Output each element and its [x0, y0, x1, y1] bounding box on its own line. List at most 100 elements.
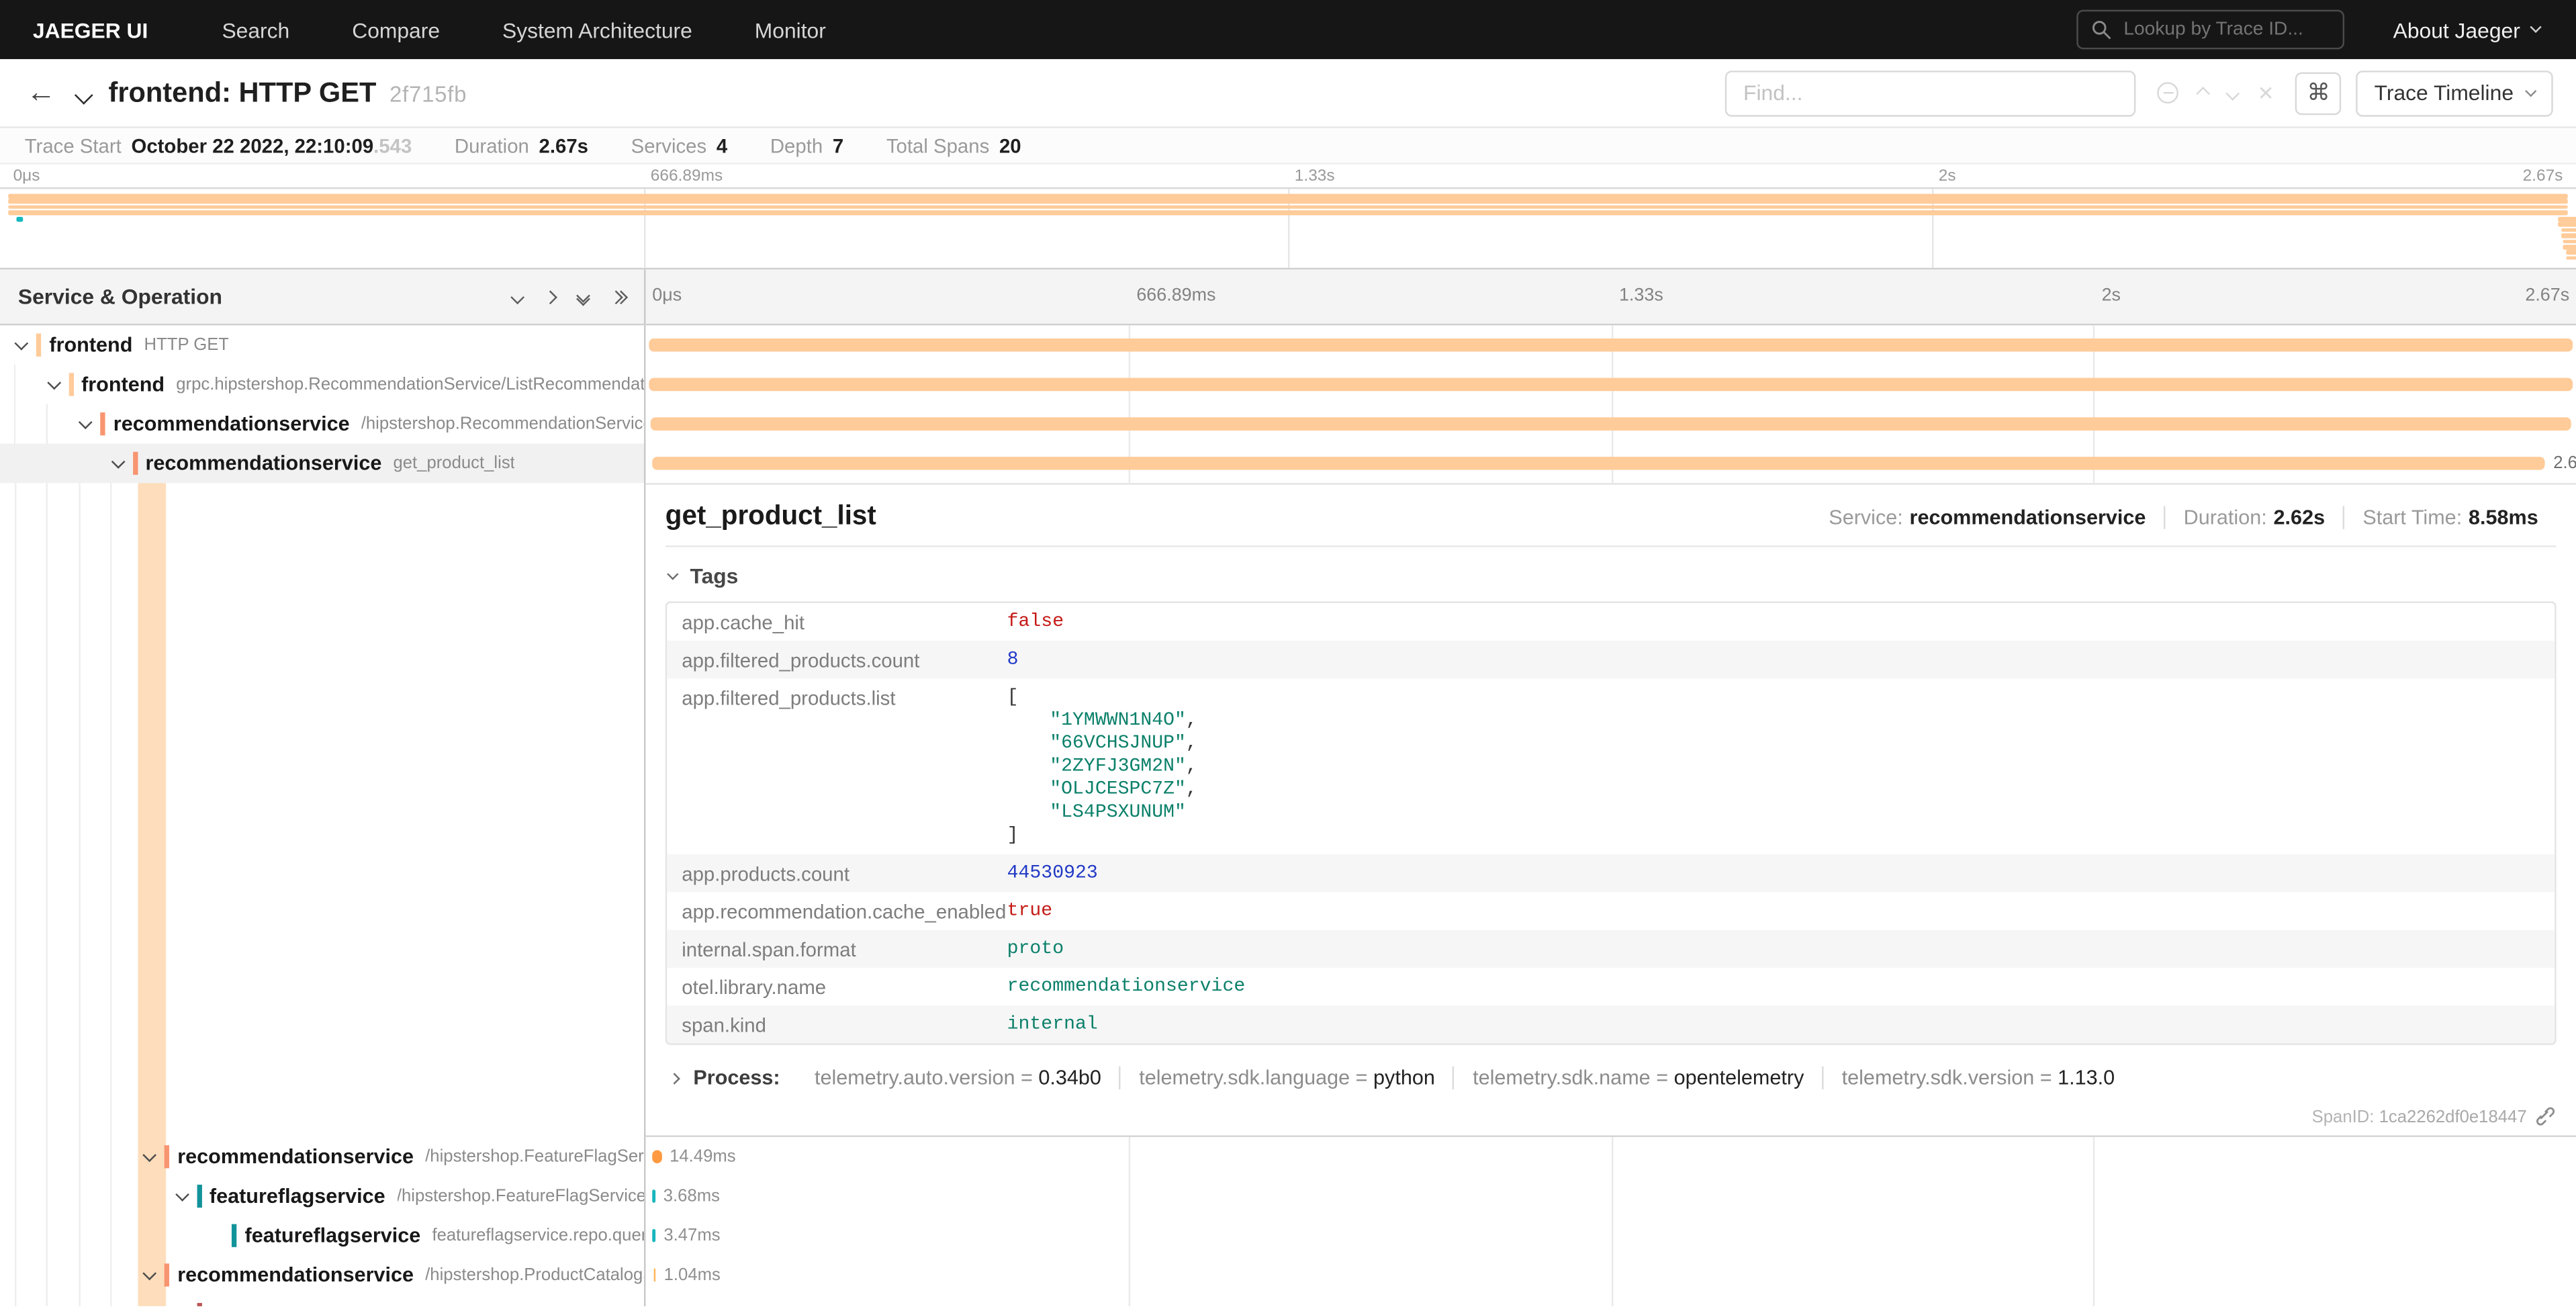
about-jaeger-menu[interactable]: About Jaeger — [2393, 17, 2540, 42]
tick-label: 1.33s — [1619, 286, 1663, 306]
span-timeline[interactable] — [645, 365, 2576, 404]
span-timeline[interactable] — [645, 325, 2576, 365]
span-bar[interactable] — [651, 1150, 662, 1164]
nav-item-monitor[interactable]: Monitor — [723, 17, 857, 42]
span-row-frontend-grpc: frontend grpc.hipstershop.Recommendation… — [0, 365, 2576, 404]
tags-section-toggle[interactable]: Tags — [665, 555, 2557, 602]
span-row-featureflagservice-repo-query: featureflagservice featureflagservice.re… — [0, 1216, 2576, 1255]
nav-item-compare[interactable]: Compare — [321, 17, 471, 42]
chevron-down-icon — [667, 568, 678, 580]
chevron-down-icon[interactable] — [46, 376, 60, 390]
span-label[interactable]: frontend HTTP GET — [0, 325, 645, 365]
minimap-span-bar — [2563, 239, 2576, 243]
nav-item-system-architecture[interactable]: System Architecture — [471, 17, 724, 42]
span-label[interactable]: recommendationservice /hipstershop.Featu… — [0, 1137, 645, 1177]
trace-title: frontend: HTTP GET2f715fb — [108, 77, 467, 109]
span-bar[interactable] — [653, 1269, 655, 1282]
span-meta: Service:recommendationservice Duration:2… — [1810, 506, 2556, 529]
span-label[interactable]: frontend grpc.hipstershop.Recommendation… — [0, 365, 645, 404]
minimap-span-bar — [2561, 228, 2576, 232]
span-label[interactable]: productcatalogservice — [0, 1295, 645, 1306]
operation-name: grpc.hipstershop.RecommendationService/L… — [176, 375, 644, 394]
minimap-span-bar — [2566, 256, 2576, 260]
back-button[interactable]: ← — [23, 76, 59, 110]
span-bar[interactable] — [649, 378, 2572, 392]
collapse-one-icon[interactable] — [512, 291, 522, 302]
span-timeline[interactable]: 1.04ms — [645, 1255, 2576, 1295]
span-detail-indent — [0, 483, 645, 1137]
trace-id-search-input[interactable] — [2121, 18, 2330, 41]
span-timeline[interactable] — [645, 1295, 2576, 1306]
span-rows: frontend HTTP GET frontend grpc.hipsters… — [0, 325, 2576, 1306]
span-bar[interactable] — [653, 1229, 655, 1243]
service-operation-title: Service & Operation — [18, 284, 222, 309]
tag-row: app.cache_hit false — [667, 603, 2555, 641]
operation-name: featureflagservice.repo.query:fe… — [432, 1226, 644, 1245]
span-label[interactable]: recommendationservice /hipstershop.Produ… — [0, 1255, 645, 1295]
trace-total-spans: Total Spans20 — [886, 134, 1021, 156]
span-bar[interactable] — [651, 417, 2571, 431]
minimap-span-bar — [2558, 222, 2576, 226]
service-name: recommendationservice — [132, 452, 381, 475]
span-bar[interactable] — [652, 1189, 655, 1203]
span-bar[interactable] — [649, 338, 2573, 352]
operation-name: HTTP GET — [144, 335, 230, 355]
nav-item-search[interactable]: Search — [191, 17, 321, 42]
clear-find-icon[interactable]: ✕ — [2258, 83, 2274, 103]
span-bar[interactable] — [651, 457, 2545, 470]
app-logo[interactable]: JAEGER UI — [0, 17, 191, 42]
trace-view-selector[interactable]: Trace Timeline — [2356, 70, 2553, 116]
find-input[interactable] — [1725, 70, 2136, 116]
chevron-down-icon[interactable] — [175, 1187, 189, 1202]
chevron-down-icon — [2525, 85, 2536, 96]
span-timeline[interactable]: 2.62s — [645, 444, 2576, 484]
span-label[interactable]: featureflagservice /hipstershop.FeatureF… — [0, 1177, 645, 1216]
service-name: frontend — [68, 373, 165, 396]
trace-collapse-toggle[interactable] — [77, 88, 91, 101]
next-result-icon[interactable] — [2226, 86, 2240, 100]
search-icon — [2090, 19, 2110, 39]
span-label[interactable]: featureflagservice featureflagservice.re… — [0, 1216, 645, 1255]
chevron-down-icon[interactable] — [142, 1148, 156, 1162]
link-icon[interactable] — [2535, 1105, 2557, 1127]
minimap-span-bar — [2566, 251, 2576, 255]
tag-row: app.filtered_products.list [ 1YMWWN1N4O … — [667, 678, 2555, 854]
span-timeline[interactable]: 3.68ms — [645, 1177, 2576, 1216]
match-count-icon[interactable] — [2158, 82, 2179, 103]
span-row-featureflagservice-get: featureflagservice /hipstershop.FeatureF… — [0, 1177, 2576, 1216]
expand-one-icon[interactable] — [545, 291, 555, 302]
span-label[interactable]: recommendationservice get_product_list — [0, 444, 645, 484]
tag-row: app.recommendation.cache_enabled true — [667, 892, 2555, 930]
span-service: Service:recommendationservice — [1810, 506, 2164, 529]
chevron-down-icon[interactable] — [14, 336, 28, 351]
keyboard-shortcuts-button[interactable]: ⌘ — [2295, 71, 2342, 114]
service-name: frontend — [36, 334, 133, 357]
tag-row: span.kind internal — [667, 1005, 2555, 1043]
span-id: SpanID: 1ca2262df0e18447 — [2312, 1107, 2527, 1126]
chevron-down-icon[interactable] — [111, 455, 125, 469]
service-name: featureflagservice — [196, 1185, 385, 1208]
minimap-tick-labels: 0μs 666.89ms 1.33s 2s 2.67s — [0, 165, 2576, 187]
trace-id-short: 2f715fb — [389, 81, 467, 106]
service-operation-header: Service & Operation — [0, 269, 645, 324]
chevron-down-icon[interactable] — [79, 415, 93, 429]
span-detail-row: get_product_list Service:recommendations… — [0, 483, 2576, 1137]
trace-view-selector-label: Trace Timeline — [2375, 81, 2514, 105]
trace-minimap[interactable] — [0, 187, 2576, 269]
operation-name: /hipstershop.RecommendationService/Lis… — [361, 414, 644, 434]
minimap-span-bar — [2561, 234, 2576, 238]
span-row-productcatalog-call: recommendationservice /hipstershop.Produ… — [0, 1255, 2576, 1295]
span-label[interactable]: recommendationservice /hipstershop.Recom… — [0, 404, 645, 444]
span-timeline[interactable]: 14.49ms — [645, 1137, 2576, 1177]
process-tag: telemetry.sdk.nameopentelemetry — [1453, 1067, 1823, 1089]
expand-all-icon[interactable] — [611, 291, 626, 302]
process-section-toggle[interactable]: Process: telemetry.auto.version0.34b0 te… — [665, 1067, 2557, 1089]
trace-header: ← frontend: HTTP GET2f715fb ✕ ⌘ Trace Ti… — [0, 59, 2576, 128]
span-timeline[interactable]: 3.47ms — [645, 1216, 2576, 1255]
collapse-all-icon[interactable] — [578, 290, 588, 304]
service-name: recommendationservice — [165, 1263, 414, 1286]
chevron-down-icon[interactable] — [142, 1267, 156, 1281]
span-timeline[interactable] — [645, 404, 2576, 444]
prev-result-icon[interactable] — [2197, 86, 2211, 100]
span-row-productcatalogservice: productcatalogservice — [0, 1295, 2576, 1306]
